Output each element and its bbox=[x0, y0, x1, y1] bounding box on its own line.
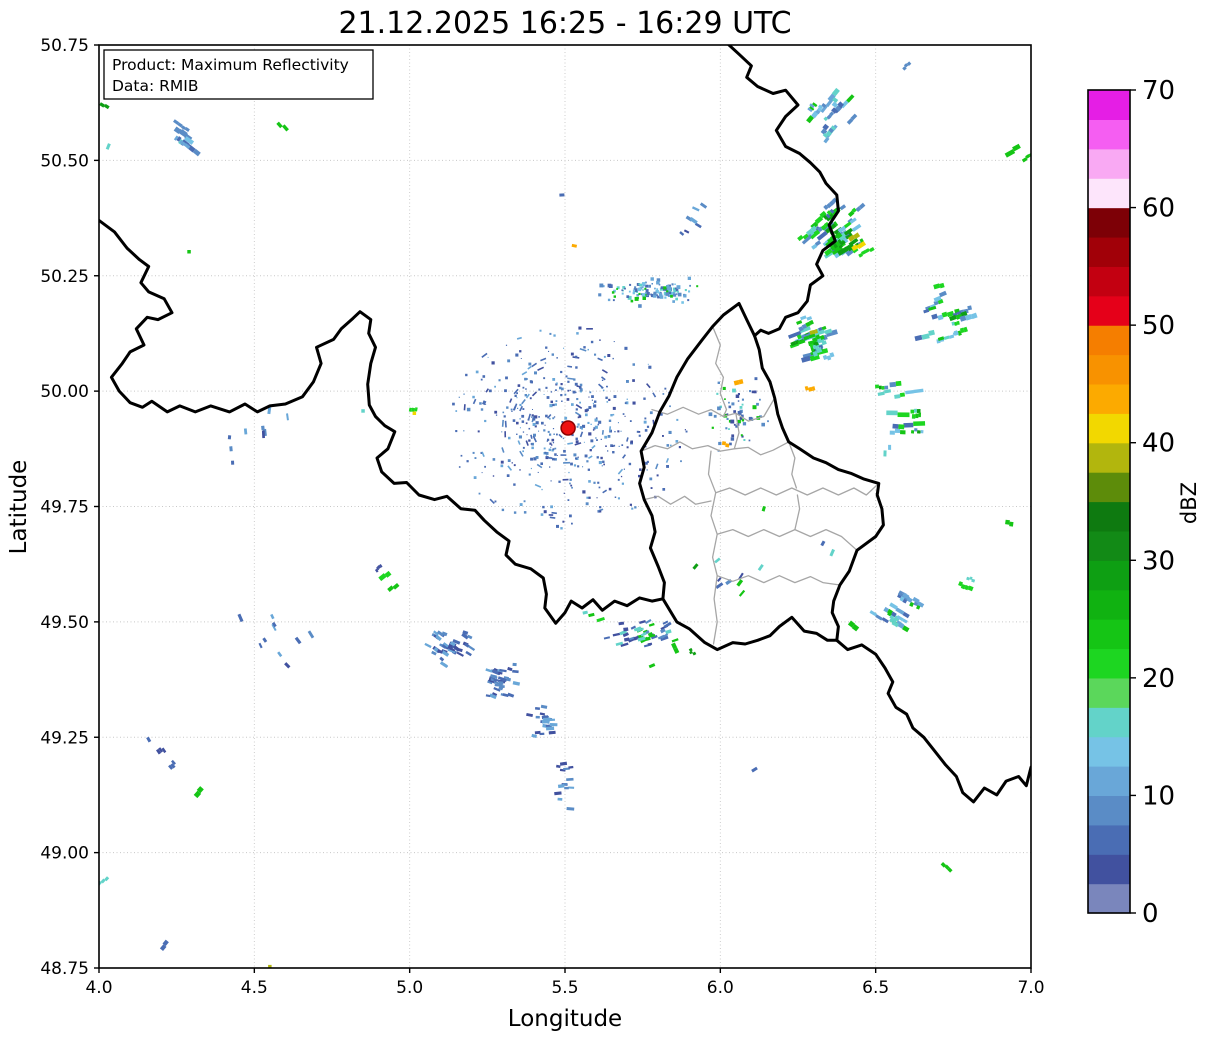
border-belgium-germany bbox=[727, 43, 839, 336]
echo-cluster-nne-outer bbox=[806, 88, 857, 144]
echo-cluster-south-band-c bbox=[526, 705, 557, 738]
border-belgium-france bbox=[99, 220, 663, 623]
echo-cluster-nw-streaks bbox=[173, 119, 201, 156]
x-tick-label: 6.5 bbox=[862, 978, 889, 998]
product-info-box: Product: Maximum Reflectivity Data: RMIB bbox=[104, 50, 373, 99]
y-tick-label: 49.00 bbox=[40, 844, 89, 864]
colorbar-tick-label: 20 bbox=[1142, 664, 1175, 694]
echo-cluster-s-low bbox=[554, 762, 574, 811]
border-luxembourg bbox=[640, 303, 884, 649]
x-axis-label: Longitude bbox=[508, 1006, 622, 1032]
radar-map-figure: 4.0 4.5 5.0 5.5 6.0 6.5 7.0 48.75 49.00 49.25 49.5… bbox=[0, 0, 1219, 1040]
canton-borders bbox=[641, 327, 879, 645]
radar-figure: 4.0 4.5 5.0 5.5 6.0 6.5 7.0 48.75 49.00 49.25 49.5… bbox=[0, 0, 1219, 1040]
x-tick-label: 7.0 bbox=[1017, 978, 1044, 998]
echo-cluster-ene-streaks bbox=[914, 282, 978, 343]
product-label: Product: Maximum Reflectivity bbox=[112, 56, 349, 74]
y-tick-label: 49.75 bbox=[40, 498, 89, 518]
y-axis-label: Latitude bbox=[6, 460, 32, 555]
radar-site-marker bbox=[561, 421, 575, 435]
gridlines bbox=[99, 45, 1031, 968]
axis-ticks: 4.0 4.5 5.0 5.5 6.0 6.5 7.0 48.75 49.00 49.25 49.5… bbox=[40, 36, 1044, 998]
colorbar-label: dBZ bbox=[1177, 482, 1201, 524]
data-source-label: Data: RMIB bbox=[112, 77, 199, 95]
colorbar-tick-label: 70 bbox=[1142, 76, 1175, 106]
echo-cluster-south-band-b bbox=[485, 663, 520, 699]
echo-cluster-east-streaks bbox=[875, 381, 925, 435]
x-tick-label: 5.5 bbox=[551, 978, 578, 998]
colorbar-tick-label: 40 bbox=[1142, 429, 1175, 459]
echo-cluster-w-scatter bbox=[244, 407, 289, 439]
border-france-germany bbox=[837, 640, 1031, 802]
echo-cluster-south-band-a bbox=[424, 630, 475, 668]
colorbar: 0 10 20 30 40 50 60 70 bbox=[1088, 76, 1175, 929]
y-tick-label: 48.75 bbox=[40, 959, 89, 979]
colorbar-tick-label: 10 bbox=[1142, 781, 1175, 811]
colorbar-tick-label: 50 bbox=[1142, 311, 1175, 341]
x-tick-label: 4.5 bbox=[241, 978, 268, 998]
y-tick-label: 50.75 bbox=[40, 36, 89, 56]
echo-spots bbox=[94, 61, 1034, 969]
figure-title: 21.12.2025 16:25 - 16:29 UTC bbox=[338, 6, 791, 41]
y-tick-label: 50.25 bbox=[40, 267, 89, 287]
y-tick-label: 50.50 bbox=[40, 151, 89, 171]
echo-cluster-s-border bbox=[604, 619, 679, 647]
x-tick-label: 4.0 bbox=[85, 978, 112, 998]
x-tick-label: 6.0 bbox=[707, 978, 734, 998]
colorbar-tick-label: 30 bbox=[1142, 546, 1175, 576]
colorbar-tick-label: 0 bbox=[1142, 899, 1159, 929]
radar-echoes bbox=[94, 61, 1034, 969]
y-tick-label: 49.50 bbox=[40, 613, 89, 633]
y-tick-label: 49.25 bbox=[40, 728, 89, 748]
x-tick-label: 5.0 bbox=[396, 978, 423, 998]
y-tick-label: 50.00 bbox=[40, 382, 89, 402]
echo-cluster-n-mid bbox=[679, 202, 707, 235]
echo-cluster-ne-band bbox=[598, 277, 698, 308]
colorbar-tick-label: 60 bbox=[1142, 194, 1175, 224]
